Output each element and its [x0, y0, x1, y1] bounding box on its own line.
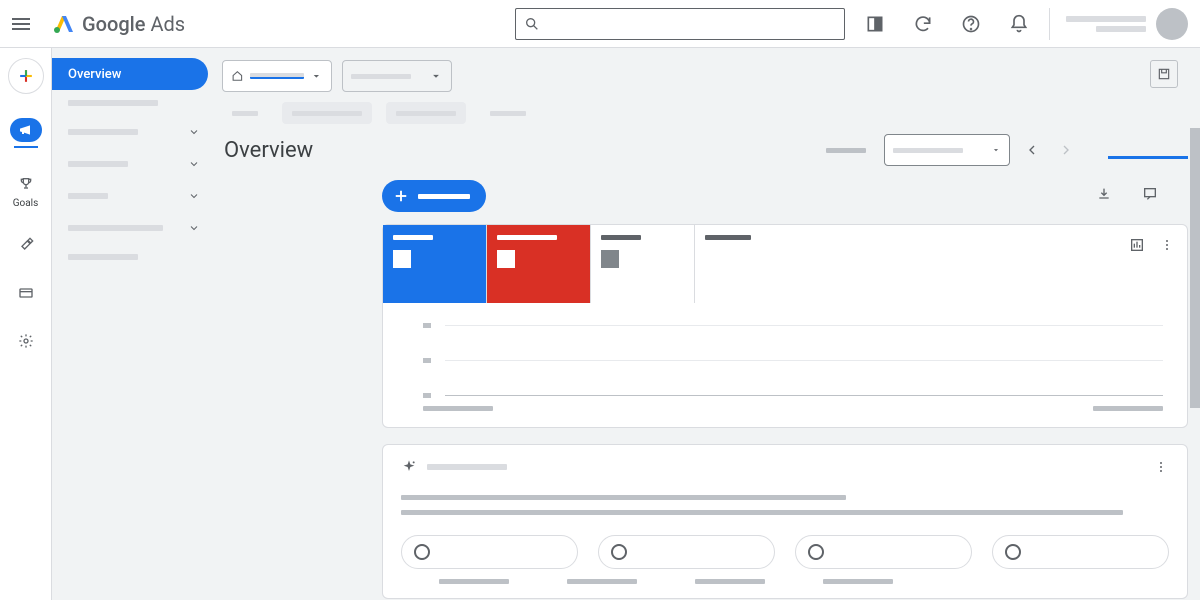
account-id-placeholder: [1096, 26, 1146, 32]
chevron-down-icon: [188, 126, 200, 138]
date-next-button[interactable]: [1054, 138, 1078, 162]
context-bar: [212, 48, 1200, 102]
chip-1[interactable]: [222, 102, 268, 124]
nav-item-4[interactable]: [52, 180, 212, 212]
account-name-placeholder: [1066, 16, 1146, 22]
chevron-down-icon: [188, 222, 200, 234]
sparkle-icon: [401, 459, 417, 475]
nav-item-overview[interactable]: Overview: [52, 58, 208, 90]
section-nav: Overview: [52, 48, 212, 600]
insight-option-2[interactable]: [598, 535, 775, 569]
appearance-icon[interactable]: [865, 14, 885, 34]
insight-options: [401, 535, 1169, 569]
chip-3[interactable]: [386, 102, 466, 124]
trophy-icon: [18, 176, 34, 192]
chevron-down-icon: [188, 190, 200, 202]
card-icon: [18, 285, 34, 301]
new-campaign-button[interactable]: [382, 180, 486, 212]
filter-chips: [212, 102, 1200, 134]
google-ads-logo-icon: [52, 12, 76, 36]
date-prev-button[interactable]: [1020, 138, 1044, 162]
header-actions: [865, 14, 1037, 34]
radio-icon: [414, 544, 430, 560]
chip-4[interactable]: [480, 102, 536, 124]
save-icon: [1157, 67, 1171, 81]
nav-item-2[interactable]: [52, 116, 212, 148]
download-button[interactable]: [1150, 60, 1178, 88]
nav-rail: Goals: [0, 48, 52, 600]
title-bar: Overview: [212, 134, 1200, 180]
active-indicator: [1108, 156, 1188, 159]
tools-icon: [18, 237, 34, 253]
main-content: Overview: [212, 48, 1200, 600]
rail-item-goals[interactable]: Goals: [10, 172, 42, 209]
account-selector[interactable]: [222, 60, 332, 92]
stat-tile-2[interactable]: [487, 225, 591, 303]
expand-chart-icon[interactable]: [1129, 237, 1145, 253]
account-switcher[interactable]: [1049, 8, 1188, 40]
chart-x-end: [1093, 406, 1163, 411]
page-title: Overview: [224, 138, 313, 163]
nav-item-6[interactable]: [52, 244, 212, 270]
kebab-icon[interactable]: [1153, 459, 1169, 475]
insight-option-4[interactable]: [992, 535, 1169, 569]
gear-icon: [18, 333, 34, 349]
create-button[interactable]: [8, 58, 44, 94]
radio-icon: [611, 544, 627, 560]
insight-option-1[interactable]: [401, 535, 578, 569]
radio-icon: [1005, 544, 1021, 560]
download-icon[interactable]: [1096, 186, 1112, 202]
kebab-icon[interactable]: [1159, 237, 1175, 253]
chevron-left-icon: [1024, 142, 1040, 158]
search-input[interactable]: [515, 8, 845, 40]
avatar[interactable]: [1156, 8, 1188, 40]
stat-tile-3[interactable]: [591, 225, 695, 303]
chevron-down-icon: [188, 158, 200, 170]
app-header: Google Ads: [0, 0, 1200, 48]
rail-label-goals: Goals: [13, 198, 39, 209]
caret-down-icon: [429, 69, 443, 83]
chart-area: [383, 303, 1187, 427]
stat-tile-1[interactable]: [383, 225, 487, 303]
chart-x-start: [423, 406, 493, 411]
caret-down-icon: [991, 145, 1001, 155]
date-range-selector[interactable]: [884, 134, 1010, 166]
chip-2[interactable]: [282, 102, 372, 124]
insight-card: [382, 444, 1188, 599]
stat-tile-4[interactable]: [695, 225, 1187, 303]
help-icon[interactable]: [961, 14, 981, 34]
hamburger-menu-icon[interactable]: [12, 12, 36, 36]
chevron-right-icon: [1058, 142, 1074, 158]
megaphone-icon: [18, 122, 34, 138]
feedback-icon[interactable]: [1142, 186, 1158, 202]
scrollbar[interactable]: [1190, 48, 1200, 600]
insight-title-placeholder: [427, 464, 507, 470]
performance-card: [382, 224, 1188, 428]
caret-down-icon: [310, 69, 323, 83]
nav-item-3[interactable]: [52, 148, 212, 180]
refresh-icon[interactable]: [913, 14, 933, 34]
nav-item-5[interactable]: [52, 212, 212, 244]
date-label-placeholder: [826, 148, 866, 153]
scrollbar-thumb[interactable]: [1190, 128, 1200, 408]
product-name: Google Ads: [82, 12, 185, 36]
plus-icon: [392, 187, 410, 205]
radio-icon: [808, 544, 824, 560]
campaign-selector[interactable]: [342, 60, 452, 92]
plus-icon: [16, 66, 36, 86]
rail-item-admin[interactable]: [10, 329, 42, 353]
product-logo[interactable]: Google Ads: [52, 12, 185, 36]
search-icon: [524, 16, 540, 32]
nav-item-1[interactable]: [52, 90, 212, 116]
insight-option-3[interactable]: [795, 535, 972, 569]
rail-item-tools[interactable]: [10, 233, 42, 257]
notifications-icon[interactable]: [1009, 14, 1029, 34]
home-icon: [231, 69, 244, 83]
rail-item-billing[interactable]: [10, 281, 42, 305]
rail-item-campaigns[interactable]: [10, 118, 42, 148]
